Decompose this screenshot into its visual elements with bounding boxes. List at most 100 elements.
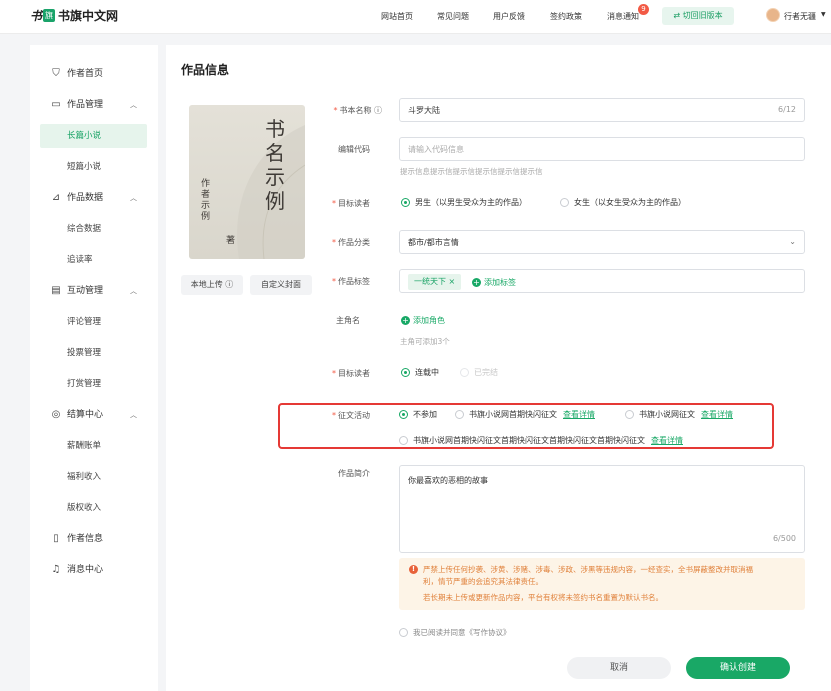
warning-icon: !: [409, 565, 418, 574]
nav-sign-policy[interactable]: 签约政策: [550, 11, 582, 22]
protagonist-label: 主角名: [336, 316, 360, 325]
plus-icon: +: [472, 278, 481, 287]
cover-author: 作者示例: [201, 179, 211, 222]
category-value: 都市/都市言情: [408, 238, 459, 247]
sidebar-item-message-center[interactable]: ♫ 消息中心: [30, 558, 158, 582]
document-icon: ▯: [53, 533, 59, 544]
shield-icon: ⛉: [52, 68, 60, 79]
message-icon: ▤: [51, 285, 61, 296]
sidebar: ⛉ 作者首页 ▭ 作品管理 ︿ 长篇小说 短篇小说 ⊿ 作品数据 ︿ 综合数据 …: [30, 45, 158, 691]
confirm-create-button[interactable]: 确认创建: [686, 657, 790, 679]
sidebar-item-vote-manage[interactable]: 投票管理: [40, 341, 147, 365]
sidebar-item-salary-bill[interactable]: 薪酬账单: [40, 434, 147, 458]
book-cover: 书名示例 作者示例 著: [189, 105, 305, 259]
cancel-button[interactable]: 取消: [567, 657, 671, 679]
bell-icon: ♫: [51, 564, 61, 575]
radio-dot: [455, 410, 464, 419]
page-title: 作品信息: [181, 63, 230, 77]
radio-female[interactable]: 女生（以女生受众为主的作品）: [560, 197, 686, 208]
sidebar-item-author-info[interactable]: ▯ 作者信息: [30, 527, 158, 551]
local-upload-button[interactable]: 本地上传 ⓘ: [181, 275, 243, 295]
sidebar-item-home[interactable]: ⛉ 作者首页: [30, 62, 158, 86]
radio-dot: [560, 198, 569, 207]
book-name-input[interactable]: 斗罗大陆 6/12: [399, 98, 805, 122]
contest-detail-link[interactable]: 查看详情: [563, 409, 595, 420]
site-logo[interactable]: 书 旗 书旗中文网: [30, 7, 118, 24]
tag-chip[interactable]: 一统天下 ×: [408, 274, 462, 290]
radio-dot: [401, 368, 410, 377]
chart-icon: ⊿: [51, 192, 61, 203]
tags-label: * 作品标签: [332, 277, 370, 286]
agreement-checkbox[interactable]: 我已阅读并同意《写作协议》: [399, 627, 511, 638]
book-name-label: * 书本名称 ⓘ: [333, 106, 382, 115]
contest-detail-link[interactable]: 查看详情: [651, 435, 683, 446]
edit-code-hint: 提示信息提示信提示信提示信提示信提示信: [400, 167, 543, 176]
logo-mark: 书: [30, 9, 43, 23]
protagonist-hint: 主角可添加3个: [400, 337, 450, 346]
edit-code-placeholder: 请输入代码信息: [408, 145, 464, 154]
warning-line: 严禁上传任何抄袭、涉黄、涉赌、涉毒、涉政、涉黑等违规内容，一经查实，全书屏蔽整改…: [423, 565, 753, 574]
warning-line: 若长期未上传或更新作品内容，平台有权将未签约书名重置为默认书名。: [423, 593, 663, 602]
cover-title: 书名示例: [265, 117, 285, 213]
sidebar-item-works-data[interactable]: ⊿ 作品数据 ︿: [30, 186, 158, 210]
sidebar-item-works-manage[interactable]: ▭ 作品管理 ︿: [30, 93, 158, 117]
nav-home[interactable]: 网站首页: [381, 11, 413, 22]
sidebar-item-comment-manage[interactable]: 评论管理: [40, 310, 147, 334]
radio-contest-flash[interactable]: 书旗小说网首期快闪征文 查看详情: [455, 409, 595, 420]
intro-value: 你最喜欢的恶相的故事: [408, 476, 488, 485]
sidebar-item-label: 互动管理: [67, 286, 104, 296]
sidebar-item-copyright-income[interactable]: 版权收入: [40, 496, 147, 520]
radio-serializing[interactable]: 连载中: [401, 367, 439, 378]
logo-text: 书旗中文网: [58, 9, 119, 23]
radio-contest-long[interactable]: 书旗小说网首期快闪征文首期快闪征文首期快闪征文首期快闪征文 查看详情: [399, 435, 683, 446]
chevron-up-icon: ︿: [130, 287, 137, 295]
sidebar-item-welfare-income[interactable]: 福利收入: [40, 465, 147, 489]
folder-icon: ▭: [51, 99, 61, 110]
book-name-count: 6/12: [778, 105, 796, 114]
target-reader-label: * 目标读者: [332, 199, 370, 208]
intro-count: 6/500: [772, 534, 796, 543]
nav-faq[interactable]: 常见问题: [437, 11, 469, 22]
sidebar-item-reward-manage[interactable]: 打赏管理: [40, 372, 147, 396]
username[interactable]: 行者无疆: [784, 11, 816, 22]
edit-code-label: 编辑代码: [338, 145, 370, 154]
radio-contest-none[interactable]: 不参加: [399, 409, 437, 420]
chevron-up-icon: ︿: [130, 194, 137, 202]
warning-box: ! 严禁上传任何抄袭、涉黄、涉赌、涉毒、涉政、涉黑等违规内容，一经查实，全书屏蔽…: [399, 558, 805, 610]
radio-dot: [625, 410, 634, 419]
sidebar-item-overall-data[interactable]: 综合数据: [40, 217, 147, 241]
nav-notifications[interactable]: 消息通知: [607, 11, 639, 22]
sidebar-item-interaction[interactable]: ▤ 互动管理 ︿: [30, 279, 158, 303]
radio-dot: [399, 436, 408, 445]
add-tag-button[interactable]: + 添加标签: [472, 277, 516, 288]
radio-contest-standard[interactable]: 书旗小说网征文 查看详情: [625, 409, 733, 420]
switch-old-version-button[interactable]: ⇄ 切回旧版本: [662, 7, 734, 25]
notification-badge: 9: [638, 4, 649, 15]
chevron-down-icon[interactable]: ▼: [821, 11, 826, 18]
radio-dot: [399, 628, 408, 637]
sidebar-item-label: 作品管理: [67, 100, 104, 110]
intro-textarea[interactable]: 你最喜欢的恶相的故事 6/500: [399, 465, 805, 553]
edit-code-input[interactable]: 请输入代码信息: [399, 137, 805, 161]
logo-box: 旗: [43, 9, 56, 22]
sidebar-item-short-novel[interactable]: 短篇小说: [40, 155, 147, 179]
sidebar-item-settlement[interactable]: ◎ 结算中心 ︿: [30, 403, 158, 427]
tags-input[interactable]: 一统天下 × + 添加标签: [399, 269, 805, 293]
sidebar-item-label: 消息中心: [67, 565, 104, 575]
nav-feedback[interactable]: 用户反馈: [493, 11, 525, 22]
radio-dot: [460, 368, 469, 377]
category-select[interactable]: 都市/都市言情 ⌄: [399, 230, 805, 254]
avatar[interactable]: [766, 8, 780, 22]
sidebar-item-label: 作者信息: [67, 534, 104, 544]
plus-icon: +: [401, 316, 410, 325]
sidebar-item-long-novel[interactable]: 长篇小说: [40, 124, 147, 148]
sidebar-item-follow-rate[interactable]: 追读率: [40, 248, 147, 272]
sidebar-item-label: 作品数据: [67, 193, 104, 203]
chevron-down-icon: ⌄: [789, 237, 796, 246]
add-role-button[interactable]: + 添加角色: [401, 315, 445, 326]
radio-male[interactable]: 男生（以男生受众为主的作品）: [401, 197, 527, 208]
intro-label: 作品简介: [338, 469, 370, 478]
radio-dot: [399, 410, 408, 419]
chevron-up-icon: ︿: [130, 411, 137, 419]
contest-detail-link[interactable]: 查看详情: [701, 409, 733, 420]
